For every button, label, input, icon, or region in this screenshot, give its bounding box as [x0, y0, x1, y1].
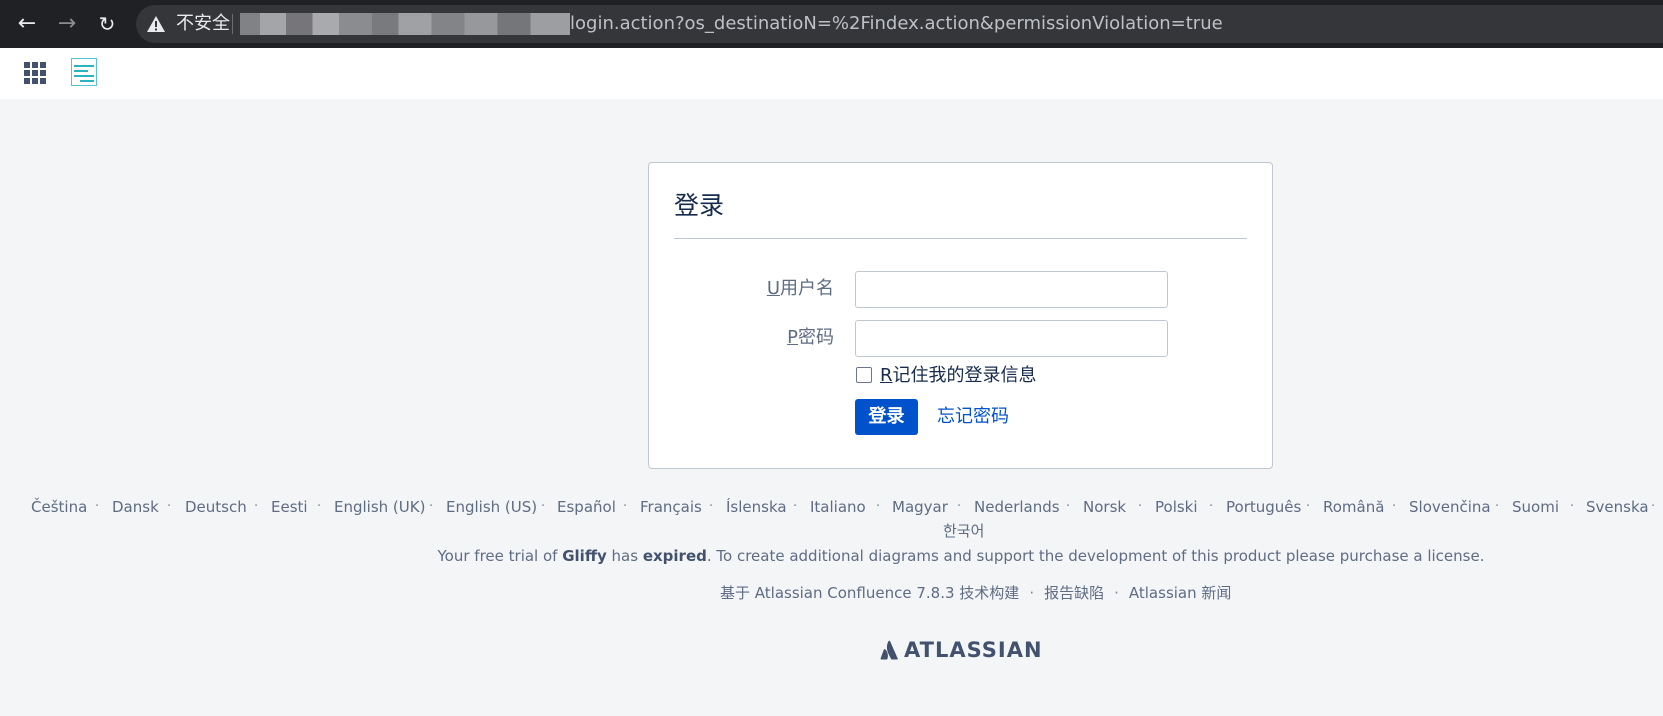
language-link[interactable]: Eesti — [271, 496, 308, 518]
login-title: 登录 — [674, 191, 725, 220]
atlassian-mark-icon — [880, 640, 898, 660]
address-separator — [232, 14, 233, 34]
warning-icon[interactable] — [146, 14, 166, 34]
language-separator: · — [95, 499, 100, 514]
language-link[interactable]: Deutsch — [185, 496, 247, 518]
language-link[interactable]: Svenska — [1586, 496, 1649, 518]
app-header — [0, 48, 1663, 99]
atlassian-wordmark: ATLASSIAN — [904, 638, 1043, 662]
language-separator: · — [623, 499, 628, 514]
remember-me-checkbox[interactable] — [856, 367, 872, 383]
atlassian-news-link[interactable]: Atlassian 新闻 — [1129, 584, 1232, 602]
language-link[interactable]: Polski — [1155, 496, 1198, 518]
language-link[interactable]: Íslenska — [726, 496, 787, 518]
report-bug-link[interactable]: 报告缺陷 — [1044, 584, 1104, 602]
forward-arrow-icon[interactable]: → — [53, 12, 81, 36]
language-separator: · — [541, 499, 546, 514]
language-link[interactable]: Slovenčina — [1409, 496, 1491, 518]
language-separator: · — [429, 499, 434, 514]
site-logo-icon[interactable] — [71, 58, 97, 86]
language-link[interactable]: Italiano — [810, 496, 866, 518]
browser-toolbar: ← → ↻ 不安全 login.action?os_destinatioN=%2… — [0, 0, 1663, 48]
app-grid-icon[interactable] — [24, 62, 46, 84]
language-separator: · — [1209, 499, 1214, 514]
trial-notice: Your free trial of Gliffy has expired. T… — [437, 547, 1485, 565]
language-link[interactable]: Čeština — [31, 496, 87, 518]
language-separator: · — [876, 499, 881, 514]
language-separator: · — [167, 499, 172, 514]
powered-by-link[interactable]: 基于 Atlassian Confluence 7.8.3 技术构建 — [720, 584, 1019, 602]
language-separator: · — [1392, 499, 1397, 514]
address-bar[interactable]: 不安全 login.action?os_destinatioN=%2Findex… — [136, 5, 1663, 43]
username-label: U用户名 — [766, 278, 834, 299]
language-link[interactable]: Magyar — [892, 496, 948, 518]
language-separator: · — [957, 499, 962, 514]
language-link[interactable]: English (UK) — [334, 496, 425, 518]
language-separator: · — [709, 499, 714, 514]
atlassian-logo[interactable]: ATLASSIAN — [880, 638, 1043, 662]
address-url[interactable]: login.action?os_destinatioN=%2Findex.act… — [570, 13, 1223, 35]
language-list: Čeština · Dansk · Deutsch · Eesti · Engl… — [0, 496, 1663, 520]
footer-separator: · — [1114, 584, 1119, 602]
footer-links: 基于 Atlassian Confluence 7.8.3 技术构建 · 报告缺陷 ·… — [720, 582, 1231, 604]
language-link[interactable]: Nederlands — [974, 496, 1060, 518]
language-separator: · — [1651, 499, 1656, 514]
footer-separator: · — [1029, 584, 1035, 602]
login-button[interactable]: 登录 — [855, 399, 918, 435]
password-label: P密码 — [787, 327, 834, 348]
language-link[interactable]: Suomi — [1512, 496, 1559, 518]
language-link[interactable]: Română — [1323, 496, 1384, 518]
language-link[interactable]: Português — [1226, 496, 1301, 518]
language-link[interactable]: Dansk — [112, 496, 159, 518]
title-divider — [674, 238, 1247, 239]
login-form: 登录 U用户名 P密码 R记住我的登录信息 登录 忘记密码 — [648, 162, 1273, 469]
language-link[interactable]: Norsk — [1083, 496, 1126, 518]
remember-me-label[interactable]: R记住我的登录信息 — [880, 365, 1037, 387]
language-separator: · — [1066, 499, 1071, 514]
language-separator: · — [317, 499, 322, 514]
reload-icon[interactable]: ↻ — [93, 12, 121, 36]
language-link[interactable]: 한국어 — [943, 520, 984, 542]
language-separator: · — [793, 499, 798, 514]
language-separator: · — [254, 499, 259, 514]
password-input[interactable] — [855, 320, 1168, 357]
language-separator: · — [1570, 499, 1575, 514]
redacted-host — [240, 13, 570, 35]
forgot-password-link[interactable]: 忘记密码 — [937, 406, 1009, 428]
language-separator: · — [1138, 499, 1143, 514]
language-separator: · — [1306, 499, 1311, 514]
security-status-label[interactable]: 不安全 — [176, 13, 230, 35]
username-input[interactable] — [855, 271, 1168, 308]
language-link[interactable]: Español — [557, 496, 616, 518]
back-arrow-icon[interactable]: ← — [13, 12, 41, 36]
language-link[interactable]: English (US) — [446, 496, 537, 518]
language-link[interactable]: Français — [640, 496, 702, 518]
language-separator: · — [1495, 499, 1500, 514]
